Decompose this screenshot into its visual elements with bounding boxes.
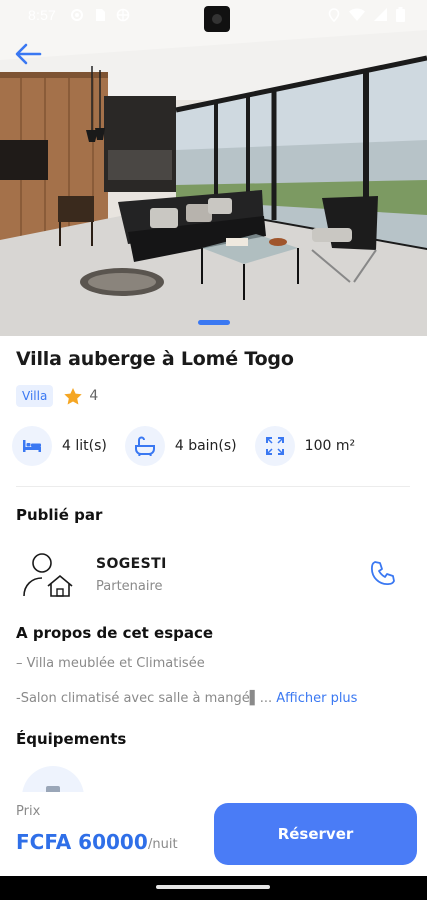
publisher-heading: Publié par (16, 506, 103, 524)
rating: 4 (63, 387, 98, 406)
feature-baths: 4 bain(s) (124, 426, 237, 466)
living-room-photo (0, 0, 427, 336)
area-icon (254, 426, 295, 466)
price-unit: /nuit (148, 837, 178, 852)
camera-notch (204, 6, 230, 32)
price-label: Prix (16, 804, 41, 819)
listing-title: Villa auberge à Lomé Togo (16, 348, 294, 370)
bed-icon (12, 426, 52, 466)
gear-icon (70, 8, 84, 22)
price-value: FCFA 60000 (16, 830, 148, 854)
feature-area: 100 m² (254, 426, 356, 466)
about-heading: A propos de cet espace (16, 624, 214, 642)
star-icon (64, 387, 83, 404)
divider (16, 486, 410, 487)
about-line-1: – Villa meublée et Climatisée (16, 656, 205, 671)
phone-icon (371, 561, 395, 585)
feature-beds: 4 lit(s) (12, 426, 107, 466)
user-home-icon (23, 553, 73, 597)
reserve-button[interactable]: Réserver (214, 803, 417, 865)
about-line-2-text: -Salon climatisé avec salle à mangé▌... (16, 691, 273, 706)
arrow-left-icon (15, 43, 42, 65)
slide-indicator (198, 320, 230, 325)
back-button[interactable] (10, 38, 46, 70)
wifi-icon (349, 8, 365, 25)
system-nav-bar (0, 876, 427, 900)
sim-icon (93, 8, 107, 22)
signal-icon (374, 8, 387, 25)
feature-baths-label: 4 bain(s) (174, 438, 237, 454)
equipment-heading: Équipements (16, 730, 127, 748)
publisher-role: Partenaire (96, 579, 163, 594)
show-more-link[interactable]: Afficher plus (276, 691, 357, 706)
location-icon (328, 7, 340, 26)
rating-value: 4 (89, 388, 99, 404)
publisher-card: SOGESTI Partenaire (16, 544, 410, 604)
system-icons (328, 7, 405, 26)
bath-icon (124, 426, 165, 466)
hero-image[interactable] (0, 0, 427, 336)
features-row: 4 lit(s) 4 bain(s) 100 m² (12, 426, 415, 466)
feature-area-label: 100 m² (304, 438, 356, 454)
status-time: 8:57 (28, 7, 57, 23)
listing-meta: Villa 4 (16, 385, 98, 407)
type-badge: Villa (16, 385, 54, 407)
home-gesture-pill[interactable] (156, 885, 270, 889)
about-line-2: -Salon climatisé avec salle à mangé▌... … (16, 691, 357, 706)
battery-icon (396, 7, 405, 26)
notification-icons (70, 8, 130, 22)
target-icon (116, 8, 130, 22)
publisher-name: SOGESTI (96, 556, 167, 572)
booking-bar: Prix FCFA 60000 /nuit Réserver (0, 792, 427, 876)
call-button[interactable] (368, 558, 398, 588)
feature-beds-label: 4 lit(s) (62, 438, 107, 454)
